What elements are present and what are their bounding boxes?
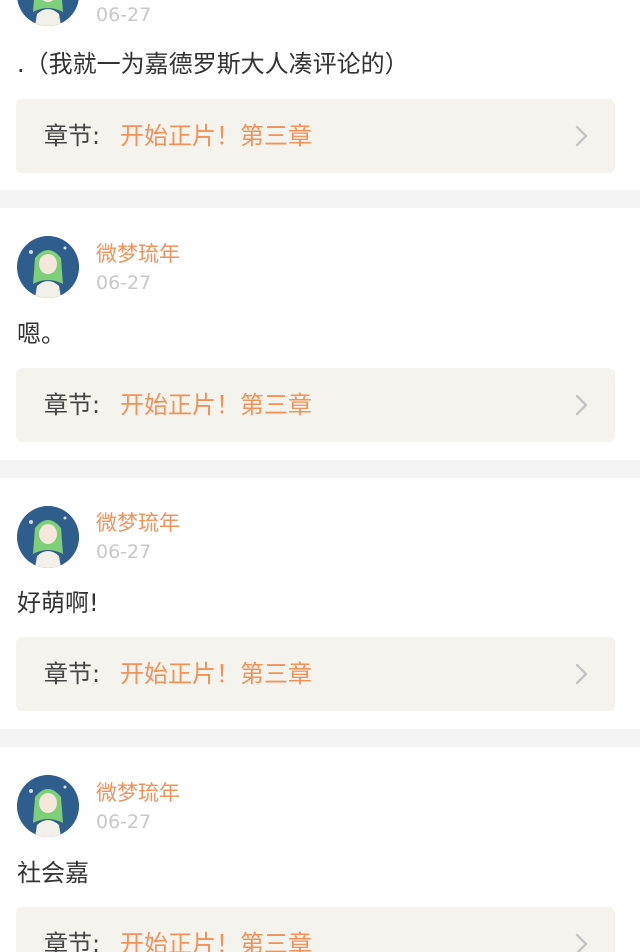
chapter-link[interactable]: 章节: 开始正片！第三章 bbox=[16, 368, 615, 442]
comment-item: 微梦琉年 06-27 社会嘉 章节: 开始正片！第三章 bbox=[0, 747, 640, 952]
comment-feed: 06-27 .（我就一为嘉德罗斯大人凑评论的） 章节: 开始正片！第三章 微梦琉… bbox=[0, 0, 640, 952]
comment-date: 06-27 bbox=[96, 272, 152, 294]
comment-item: 微梦琉年 06-27 好萌啊! 章节: 开始正片！第三章 bbox=[0, 478, 640, 729]
chapter-link[interactable]: 章节: 开始正片！第三章 bbox=[16, 907, 615, 952]
comment-username[interactable]: 微梦琉年 bbox=[96, 510, 180, 536]
chapter-link[interactable]: 章节: 开始正片！第三章 bbox=[16, 99, 615, 173]
avatar[interactable] bbox=[17, 775, 79, 837]
comment-text: .（我就一为嘉德罗斯大人凑评论的） bbox=[17, 50, 409, 78]
separator bbox=[0, 729, 640, 747]
chevron-right-icon bbox=[575, 663, 588, 685]
chevron-right-icon bbox=[575, 125, 588, 147]
avatar[interactable] bbox=[17, 506, 79, 568]
comment-text: 嗯。 bbox=[17, 320, 65, 348]
separator bbox=[0, 190, 640, 208]
chapter-title: 开始正片！第三章 bbox=[120, 930, 312, 952]
comment-text: 社会嘉 bbox=[17, 859, 89, 887]
chapter-label: 章节: bbox=[44, 930, 101, 952]
chevron-right-icon bbox=[575, 394, 588, 416]
chapter-title: 开始正片！第三章 bbox=[120, 122, 312, 150]
comment-date: 06-27 bbox=[96, 4, 152, 26]
chapter-title: 开始正片！第三章 bbox=[120, 660, 312, 688]
chapter-label: 章节: bbox=[44, 122, 101, 150]
comment-text: 好萌啊! bbox=[17, 589, 99, 617]
comment-username[interactable]: 微梦琉年 bbox=[96, 780, 180, 806]
separator bbox=[0, 460, 640, 478]
comment-item: 06-27 .（我就一为嘉德罗斯大人凑评论的） 章节: 开始正片！第三章 bbox=[0, 0, 640, 190]
comment-item: 微梦琉年 06-27 嗯。 章节: 开始正片！第三章 bbox=[0, 208, 640, 460]
comment-date: 06-27 bbox=[96, 811, 152, 833]
chapter-label: 章节: bbox=[44, 391, 101, 419]
avatar[interactable] bbox=[17, 0, 79, 26]
chapter-link[interactable]: 章节: 开始正片！第三章 bbox=[16, 637, 615, 711]
chapter-label: 章节: bbox=[44, 660, 101, 688]
chevron-right-icon bbox=[575, 933, 588, 952]
avatar[interactable] bbox=[17, 236, 79, 298]
chapter-title: 开始正片！第三章 bbox=[120, 391, 312, 419]
comment-date: 06-27 bbox=[96, 541, 152, 563]
comment-username[interactable]: 微梦琉年 bbox=[96, 241, 180, 267]
